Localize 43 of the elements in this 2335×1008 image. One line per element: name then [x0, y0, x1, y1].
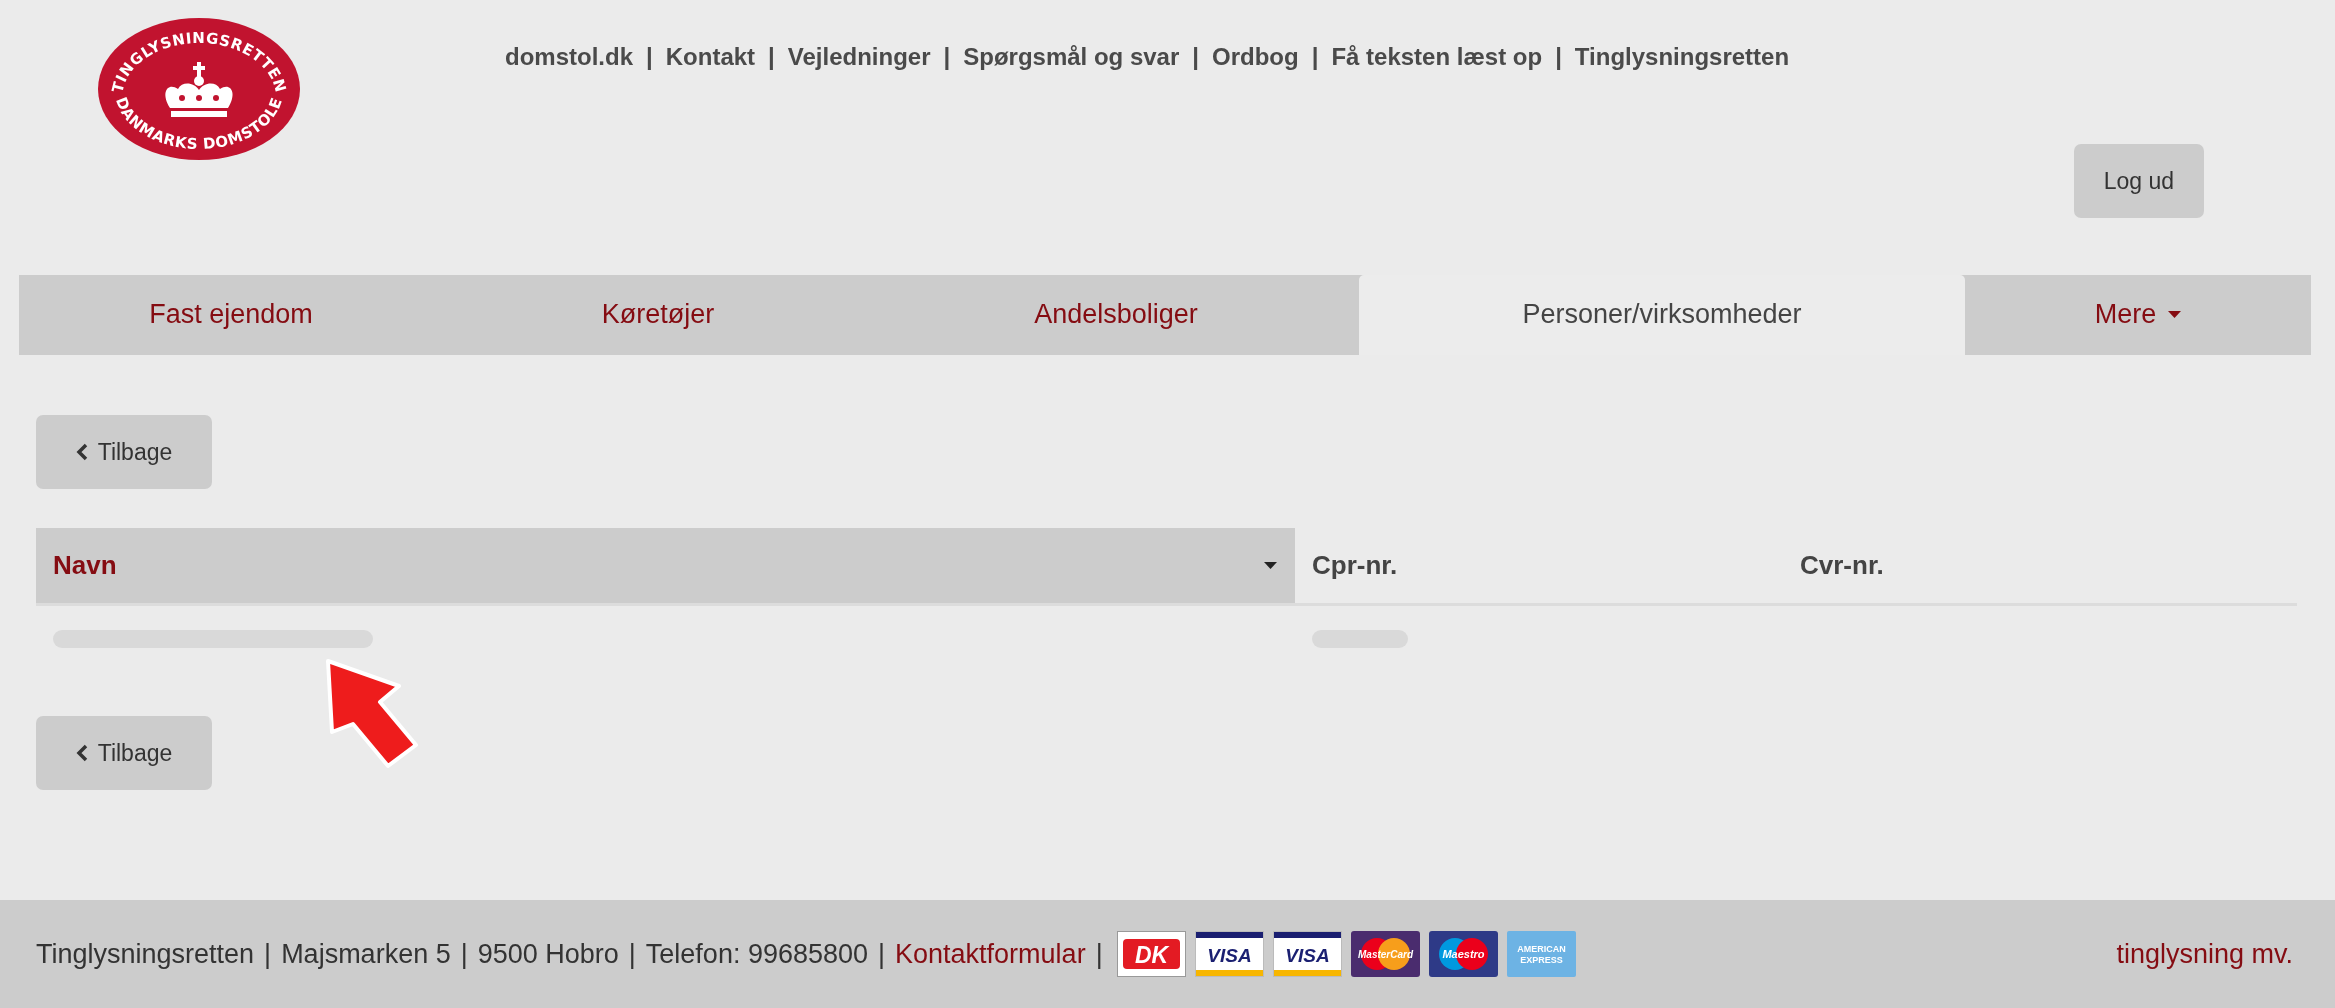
top-nav-link[interactable]: Vejledninger	[787, 38, 931, 76]
nav-tab[interactable]: Personer/virksomheder	[1359, 274, 1965, 355]
back-button[interactable]: Tilbage	[36, 716, 212, 790]
footer-separator: |	[460, 938, 468, 970]
footer-link[interactable]: tinglysning mv.	[2116, 938, 2293, 970]
chevron-left-icon	[75, 744, 88, 762]
link-separator: |	[1311, 42, 1319, 72]
visa-card-logo: VISA	[1194, 931, 1264, 978]
caret-down-icon	[2168, 311, 2182, 319]
back-button[interactable]: Tilbage	[36, 415, 212, 489]
chevron-left-icon	[75, 443, 88, 461]
footer-separator: |	[264, 938, 272, 970]
top-nav-link[interactable]: Kontakt	[665, 38, 756, 76]
footer-separator: |	[1095, 938, 1103, 970]
amex-card-logo: AMERICAN EXPRESS	[1506, 931, 1576, 978]
top-nav-link[interactable]: domstol.dk	[505, 38, 633, 76]
footer-text: Majsmarken 5	[281, 938, 451, 970]
contact-form-link[interactable]: Kontaktformular	[895, 938, 1086, 970]
footer-text: 9500 Hobro	[477, 938, 619, 970]
top-nav-link[interactable]: Ordbog	[1212, 38, 1299, 76]
top-nav-link[interactable]: Tinglysningsretten	[1574, 38, 1790, 76]
sort-caret-icon	[1264, 562, 1277, 569]
column-header[interactable]: Cpr-nr.	[1295, 528, 1783, 603]
footer-separator: |	[628, 938, 636, 970]
column-header[interactable]: Navn	[36, 528, 1295, 603]
footer-separator: |	[878, 938, 886, 970]
nav-tab[interactable]: Fast ejendom	[19, 274, 443, 355]
top-nav-link[interactable]: Spørgsmål og svar	[963, 38, 1180, 76]
footer-text: Tinglysningsretten	[36, 938, 255, 970]
top-nav-link[interactable]: Få teksten læst op	[1331, 38, 1543, 76]
logout-button[interactable]: Log ud	[2073, 144, 2204, 218]
footer-text: Telefon: 99685800	[645, 938, 869, 970]
nav-tab[interactable]: Andelsboliger	[873, 274, 1359, 355]
link-separator: |	[1555, 42, 1562, 72]
link-separator: |	[1192, 42, 1200, 72]
dk-card-logo: DK	[1116, 931, 1186, 978]
column-header[interactable]: Cvr-nr.	[1783, 528, 2297, 603]
nav-tab[interactable]: Køretøjer	[443, 274, 873, 355]
link-separator: |	[646, 42, 653, 72]
visa-card-logo: VISA	[1272, 931, 1342, 978]
link-separator: |	[768, 42, 775, 72]
nav-tab[interactable]: Mere	[1965, 274, 2311, 355]
link-separator: |	[943, 42, 951, 72]
